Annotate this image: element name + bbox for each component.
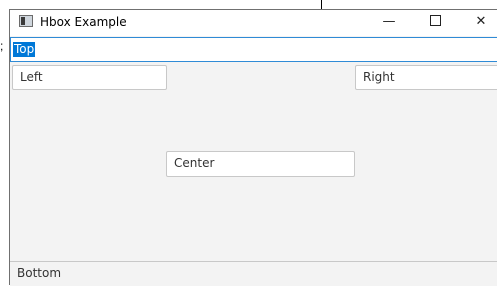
close-button[interactable]: ✕: [458, 10, 497, 36]
background-mark: ;: [0, 39, 4, 53]
app-window: Hbox Example — ✕ Top Left Right Center B…: [9, 9, 497, 286]
minimize-icon: —: [382, 14, 396, 29]
window-title: Hbox Example: [40, 15, 127, 29]
right-text-field[interactable]: Right: [355, 65, 497, 90]
top-text-field[interactable]: Top: [10, 37, 497, 62]
maximize-button[interactable]: [412, 10, 458, 36]
background-line: [321, 0, 322, 9]
left-text-field[interactable]: Left: [12, 65, 167, 90]
close-icon: ✕: [475, 14, 487, 29]
app-window-icon[interactable]: [19, 15, 33, 27]
title-bar[interactable]: Hbox Example — ✕: [10, 10, 497, 36]
bottom-text-field[interactable]: Bottom: [10, 261, 497, 286]
minimize-button[interactable]: —: [366, 10, 412, 36]
maximize-icon: [429, 15, 441, 26]
top-field-selected-text: Top: [13, 42, 36, 57]
center-text-field[interactable]: Center: [166, 151, 355, 177]
